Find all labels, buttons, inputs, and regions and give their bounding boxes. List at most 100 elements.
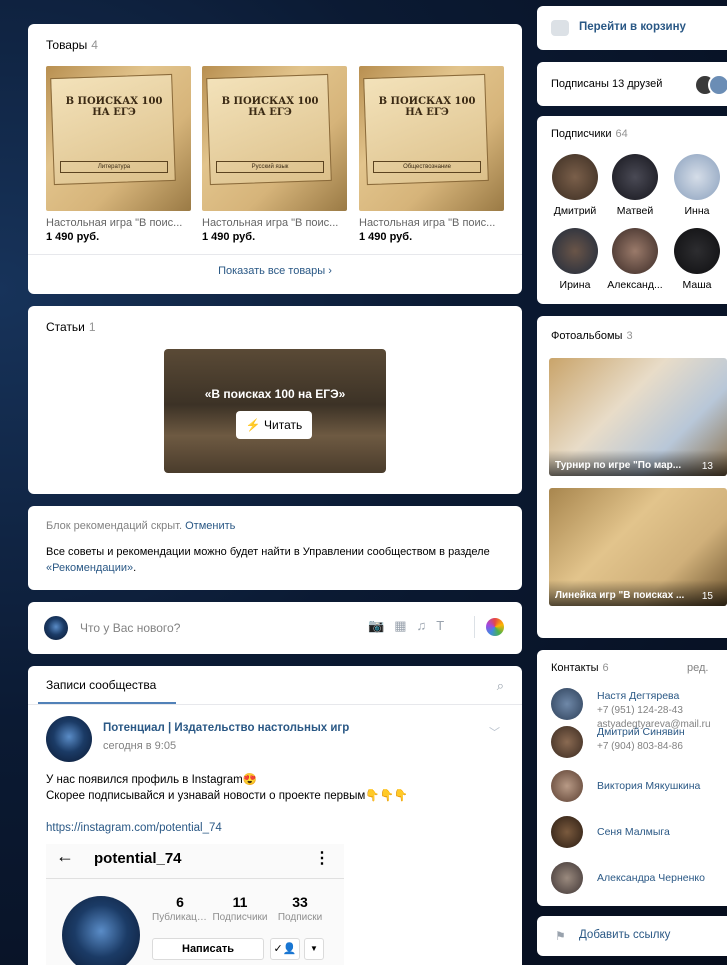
post-text-line: Скорее подписывайся и узнавай новости о … (46, 790, 409, 802)
instagram-username: potential_74 (94, 850, 182, 867)
recommendations-block: Блок рекомендаций скрыт. Отменить Все со… (28, 506, 522, 590)
subscriber-name[interactable]: Матвей (605, 205, 665, 217)
instagram-stat: 6 Публикации (152, 894, 208, 923)
post-text: У нас появился профиль в Instagram😍 Скор… (46, 772, 408, 804)
good-name[interactable]: Настольная игра "В поис... (46, 217, 191, 229)
video-icon[interactable]: ▦ (394, 618, 416, 633)
album-caption: Линейка игр "В поисках ... 15 (549, 580, 727, 606)
post-author[interactable]: Потенциал | Издательство настольных игр (103, 722, 349, 734)
article-cover[interactable]: «В поисках 100 на ЕГЭ» ⚡ Читать (164, 349, 386, 473)
camera-icon[interactable]: 📷 (368, 618, 394, 633)
follow-icon: ✓👤 (270, 938, 300, 960)
stat-number: 33 (292, 894, 308, 910)
contacts-header[interactable]: Контакты 6 (551, 662, 609, 674)
avatar[interactable] (551, 688, 583, 720)
edit-contacts-link[interactable]: ред. (687, 662, 708, 674)
color-icon[interactable] (486, 618, 504, 636)
goods-header[interactable]: Товары 4 (46, 38, 98, 52)
album[interactable]: Турнир по игре "По мар... 13 (549, 358, 727, 476)
subscriber[interactable]: Александ... (605, 228, 665, 291)
subscriber[interactable]: Дмитрий (545, 154, 605, 217)
instagram-preview[interactable]: ← potential_74 ⋮ 6 Публикации 11 Подписч… (46, 844, 344, 965)
contact-name[interactable]: Дмитрий Синявин (597, 726, 685, 738)
good-item[interactable]: В ПОИСКАХ 100 НА ЕГЭ Литература Настольна… (46, 66, 191, 243)
stat-number: 6 (176, 894, 184, 910)
subscriber-name[interactable]: Дмитрий (545, 205, 605, 217)
good-item[interactable]: В ПОИСКАХ 100 НА ЕГЭ Обществознание Насто… (359, 66, 504, 243)
new-post-input[interactable]: Что у Вас нового? (80, 621, 180, 635)
subscriber[interactable]: Инна (667, 154, 727, 217)
read-article-button[interactable]: ⚡ Читать (236, 411, 312, 439)
contact-name[interactable]: Виктория Мякушкина (597, 780, 700, 792)
subscribers-header[interactable]: Подписчики 64 (551, 128, 628, 140)
show-all-goods-link[interactable]: Показать все товары › (28, 265, 522, 277)
stat-label: Подписчики (212, 912, 268, 923)
cart-icon (551, 20, 569, 36)
goods-count: 4 (91, 38, 98, 52)
articles-title: Статьи (46, 320, 85, 334)
music-icon[interactable]: ♫ (416, 618, 436, 633)
subscriber-name[interactable]: Маша (667, 279, 727, 291)
good-name[interactable]: Настольная игра "В поис... (359, 217, 504, 229)
avatar[interactable] (551, 862, 583, 894)
subscriber[interactable]: Ирина (545, 228, 605, 291)
post-author-avatar[interactable] (46, 716, 92, 762)
friends-subscribed[interactable]: Подписаны 13 друзей (551, 78, 662, 90)
articles-header[interactable]: Статьи 1 (46, 320, 96, 334)
goods-block: Товары 4 В ПОИСКАХ 100 НА ЕГЭ Литература Н… (28, 24, 522, 294)
good-name[interactable]: Настольная игра "В поис... (202, 217, 347, 229)
post-link[interactable]: https://instagram.com/potential_74 (46, 822, 222, 834)
chevron-down-icon[interactable]: ﹀ (489, 724, 500, 740)
avatar[interactable] (552, 154, 598, 200)
avatar[interactable] (612, 228, 658, 274)
good-price: 1 490 руб. (359, 231, 413, 243)
add-link-block[interactable]: ⚑ Добавить ссылку (537, 916, 727, 956)
friend-avatar[interactable] (708, 74, 727, 96)
avatar[interactable] (674, 228, 720, 274)
subscriber[interactable]: Матвей (605, 154, 665, 217)
search-icon[interactable]: ⌕ (497, 678, 504, 694)
community-wall: Записи сообщества ⌕ Потенциал | Издатель… (28, 666, 522, 965)
avatar[interactable] (551, 770, 583, 802)
text-icon[interactable]: T (436, 618, 454, 633)
good-image[interactable]: В ПОИСКАХ 100 НА ЕГЭ Литература (46, 66, 191, 211)
subscriber-name[interactable]: Инна (667, 205, 727, 217)
add-link-button[interactable]: Добавить ссылку (579, 929, 670, 941)
contact-name[interactable]: Настя Дегтярева (597, 690, 679, 702)
good-item[interactable]: В ПОИСКАХ 100 НА ЕГЭ Русский язык Настоль… (202, 66, 347, 243)
subscriber-name[interactable]: Ирина (545, 279, 605, 291)
albums-title: Фотоальбомы (551, 330, 623, 342)
subscriber-name[interactable]: Александ... (605, 279, 665, 291)
good-image[interactable]: В ПОИСКАХ 100 НА ЕГЭ Русский язык (202, 66, 347, 211)
write-button: Написать (152, 938, 264, 960)
contact-name[interactable]: Сеня Малмыга (597, 826, 670, 838)
recs-info: Все советы и рекомендации можно будет на… (46, 544, 496, 576)
contacts-title: Контакты (551, 662, 599, 674)
albums-header[interactable]: Фотоальбомы 3 (551, 330, 633, 342)
album[interactable]: Линейка игр "В поисках ... 15 (549, 488, 727, 606)
subscriber[interactable]: Маша (667, 228, 727, 291)
contact-name[interactable]: Александра Черненко (597, 872, 705, 884)
stat-number: 11 (232, 894, 248, 910)
friends-block[interactable]: Подписаны 13 друзей (537, 62, 727, 106)
instagram-avatar (62, 896, 140, 965)
albums-count: 3 (626, 330, 633, 342)
post-date[interactable]: сегодня в 9:05 (103, 740, 176, 752)
undo-hide-link[interactable]: Отменить (185, 520, 235, 532)
articles-count: 1 (88, 320, 96, 334)
cart-block[interactable]: Перейти в корзину (537, 6, 727, 50)
good-cover-sub: Обществознание (373, 161, 481, 173)
go-to-cart-link[interactable]: Перейти в корзину (579, 21, 686, 33)
avatar[interactable] (551, 726, 583, 758)
recommendations-link[interactable]: «Рекомендации» (46, 562, 133, 574)
new-post-box: Что у Вас нового? 📷▦♫T (28, 602, 522, 654)
subscribers-count: 64 (615, 128, 628, 140)
avatar[interactable] (612, 154, 658, 200)
stat-label: Подписки (277, 912, 323, 923)
avatar[interactable] (551, 816, 583, 848)
tab-community-posts[interactable]: Записи сообщества (46, 678, 156, 692)
avatar[interactable] (552, 228, 598, 274)
avatar[interactable] (674, 154, 720, 200)
good-image[interactable]: В ПОИСКАХ 100 НА ЕГЭ Обществознание (359, 66, 504, 211)
subscribers-title: Подписчики (551, 128, 612, 140)
